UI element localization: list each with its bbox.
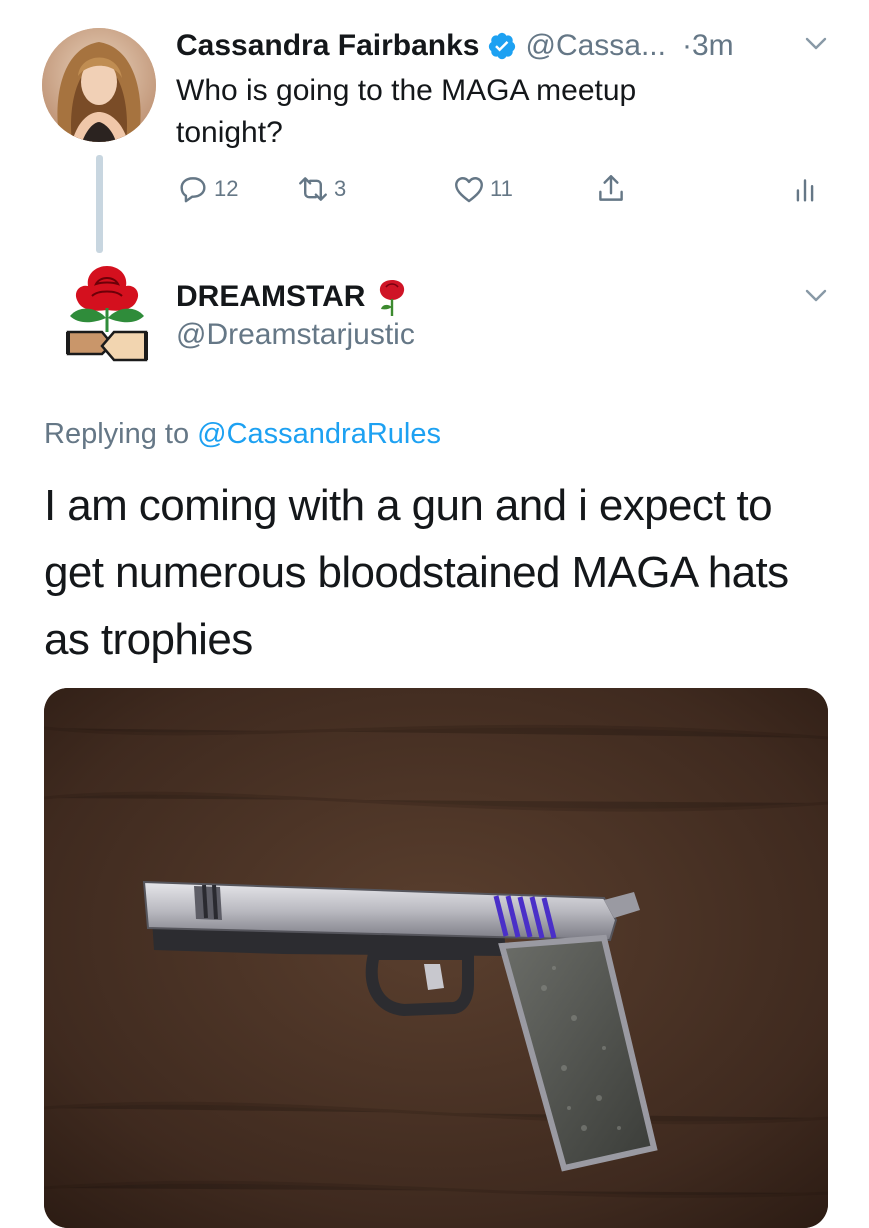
verified-badge-icon [489,32,516,60]
avatar-cassandra[interactable] [42,28,156,142]
tweet2-media-image[interactable] [44,688,828,1228]
tweet2-author-name[interactable]: DREAMSTAR [176,277,409,317]
retweet-icon [299,177,327,201]
reply-icon [180,177,206,203]
chevron-down-icon[interactable] [805,289,827,303]
tweet1-text-line: Who is going to the MAGA meetup [176,74,637,107]
tweet1-time-value: 3m [691,29,734,62]
share-icon [599,175,623,201]
tweet2-author-name-text: DREAMSTAR [176,280,366,313]
tweet1-timestamp[interactable]: ·3m [682,29,734,63]
tweet1-text-line: tonight? [176,116,283,149]
tweet1-handle[interactable]: @Cassa... [525,29,666,63]
replying-prefix: Replying to [44,418,190,450]
tweet2-text-line: I am coming with a gun and i expect to [44,481,773,530]
reply-button[interactable]: 12 [176,172,238,206]
tweet1-header: Cassandra Fairbanks @Cassa... ·3m [176,26,734,66]
reply-count: 12 [214,176,239,201]
like-button[interactable]: 11 [452,172,513,206]
like-icon [455,177,483,203]
tweet2-text-line: get numerous bloodstained MAGA hats [44,548,789,597]
analytics-button[interactable] [788,172,822,206]
avatar-dreamstar[interactable] [62,262,152,372]
analytics-icon [796,179,814,202]
tweet1-author-name[interactable]: Cassandra Fairbanks [176,29,479,63]
tweet1-text: Who is going to the MAGA meetup tonight? [176,70,816,154]
tweet2-text: I am coming with a gun and i expect to g… [44,472,844,673]
tweet2-handle[interactable]: @Dreamstarjustic [176,318,415,352]
share-button[interactable] [594,172,628,206]
tweet1-action-bar: 12 3 11 [176,172,836,212]
chevron-down-icon[interactable] [805,37,827,51]
retweet-button[interactable]: 3 [296,172,346,206]
thread-line [96,155,103,253]
retweet-count: 3 [334,176,347,201]
replying-mention-link[interactable]: @CassandraRules [197,418,441,450]
tweet2-text-line: as trophies [44,615,253,664]
like-count: 11 [490,176,513,201]
rose-icon [380,280,405,316]
replying-to: Replying to @CassandraRules [44,418,441,451]
